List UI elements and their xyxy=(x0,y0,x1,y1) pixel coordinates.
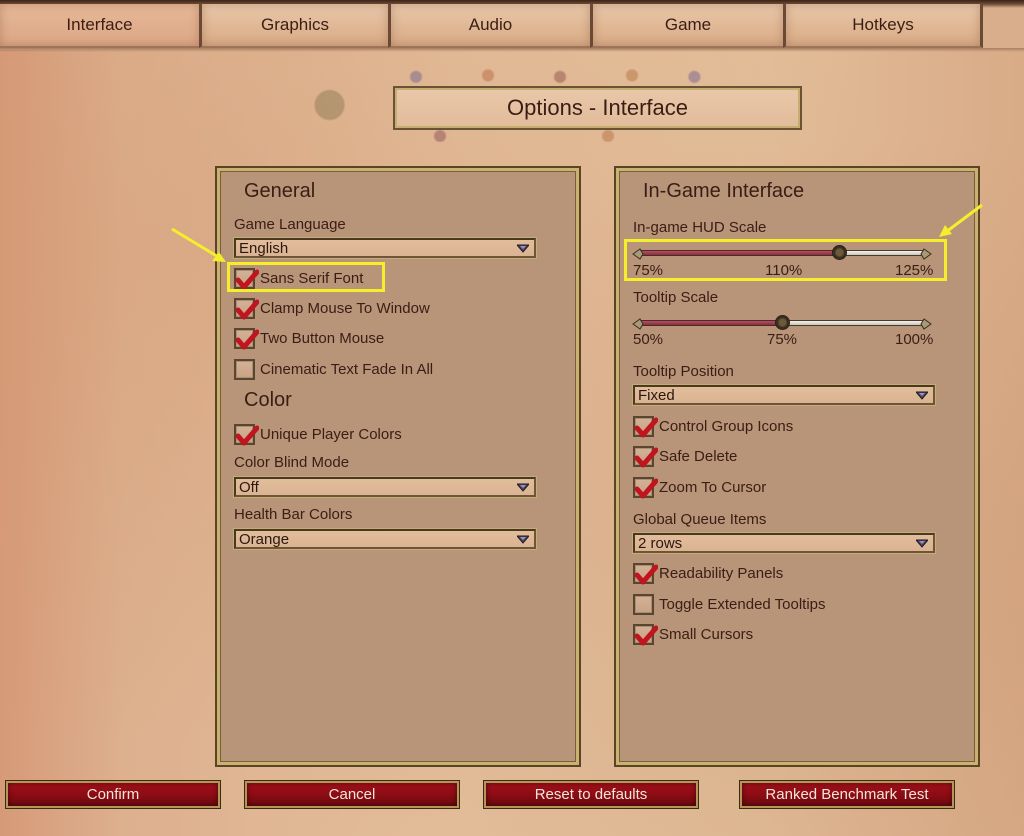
tooltip-position-label: Tooltip Position xyxy=(633,363,734,380)
global-queue-items-dropdown[interactable]: 2 rows xyxy=(633,533,935,553)
in-game-interface-heading: In-Game Interface xyxy=(643,180,805,202)
tooltip-scale-label: Tooltip Scale xyxy=(633,289,719,306)
tooltip-position-dropdown[interactable]: Fixed xyxy=(633,385,935,405)
checkbox-checked[interactable] xyxy=(234,297,259,319)
chevron-down-icon xyxy=(517,534,529,544)
checkbox-checked[interactable] xyxy=(234,327,259,349)
confirm-button[interactable]: Confirm xyxy=(5,780,221,809)
checkbox-checked[interactable] xyxy=(234,267,259,289)
checkbox-unchecked[interactable] xyxy=(633,593,654,615)
small-cursors-label: Small Cursors xyxy=(659,625,754,643)
color-blind-mode-label: Color Blind Mode xyxy=(234,454,350,471)
slider-left-cap-icon xyxy=(632,247,644,260)
checkbox-checked[interactable] xyxy=(633,562,658,584)
control-group-icons-checkbox[interactable]: Control Group Icons xyxy=(633,415,793,437)
global-queue-items-value: 2 rows xyxy=(638,534,683,552)
tooltip-scale-current: 75% xyxy=(767,331,798,348)
cinematic-text-fade-label: Cinematic Text Fade In All xyxy=(260,360,434,378)
clamp-mouse-checkbox[interactable]: Clamp Mouse To Window xyxy=(234,297,430,319)
checkbox-unchecked[interactable] xyxy=(234,358,255,380)
game-language-dropdown[interactable]: English xyxy=(234,238,536,258)
cancel-button[interactable]: Cancel xyxy=(244,780,460,809)
health-bar-colors-label: Health Bar Colors xyxy=(234,506,353,523)
game-language-label: Game Language xyxy=(234,216,346,233)
checkbox-checked[interactable] xyxy=(633,445,658,467)
color-blind-mode-dropdown[interactable]: Off xyxy=(234,477,536,497)
chevron-down-icon xyxy=(916,390,928,400)
hud-scale-slider[interactable] xyxy=(632,245,932,260)
two-button-mouse-checkbox[interactable]: Two Button Mouse xyxy=(234,327,384,349)
tab-divider xyxy=(0,48,1024,52)
unique-player-colors-label: Unique Player Colors xyxy=(260,425,402,443)
checkbox-checked[interactable] xyxy=(234,423,259,445)
tab-interface[interactable]: Interface xyxy=(0,4,202,48)
control-group-icons-label: Control Group Icons xyxy=(659,417,794,435)
slider-right-cap-icon xyxy=(920,247,932,260)
hud-scale-min: 75% xyxy=(633,262,664,279)
tooltip-scale-max: 100% xyxy=(895,331,934,348)
general-heading: General xyxy=(244,180,316,202)
sans-serif-font-checkbox[interactable]: Sans Serif Font xyxy=(234,267,363,289)
chevron-down-icon xyxy=(517,482,529,492)
small-cursors-checkbox[interactable]: Small Cursors xyxy=(633,623,753,645)
slider-right-cap-icon xyxy=(920,317,932,330)
in-game-interface-panel: In-Game Interface In-game HUD Scale 75% … xyxy=(614,166,980,767)
game-language-value: English xyxy=(239,239,289,257)
ranked-benchmark-button[interactable]: Ranked Benchmark Test xyxy=(739,780,955,809)
hud-scale-label: In-game HUD Scale xyxy=(633,219,767,236)
slider-thumb[interactable] xyxy=(775,315,790,330)
reset-defaults-button[interactable]: Reset to defaults xyxy=(483,780,699,809)
color-blind-mode-value: Off xyxy=(239,478,259,496)
tab-audio[interactable]: Audio xyxy=(388,4,593,48)
health-bar-colors-dropdown[interactable]: Orange xyxy=(234,529,536,549)
tab-graphics[interactable]: Graphics xyxy=(199,4,391,48)
readability-panels-checkbox[interactable]: Readability Panels xyxy=(633,562,783,584)
tooltip-scale-slider[interactable] xyxy=(632,315,932,330)
hud-scale-max: 125% xyxy=(895,262,934,279)
safe-delete-label: Safe Delete xyxy=(659,447,738,465)
hud-scale-current: 110% xyxy=(765,262,803,279)
tab-bar: Interface Graphics Audio Game Hotkeys xyxy=(0,0,1024,52)
slider-fill xyxy=(640,320,782,326)
toggle-extended-tooltips-label: Toggle Extended Tooltips xyxy=(659,595,826,613)
checkbox-checked[interactable] xyxy=(633,415,658,437)
two-button-mouse-label: Two Button Mouse xyxy=(260,329,385,347)
sans-serif-font-label: Sans Serif Font xyxy=(260,269,364,287)
slider-fill xyxy=(640,250,839,256)
chevron-down-icon xyxy=(916,538,928,548)
tooltip-scale-min: 50% xyxy=(633,331,664,348)
clamp-mouse-label: Clamp Mouse To Window xyxy=(260,299,430,317)
readability-panels-label: Readability Panels xyxy=(659,564,784,582)
general-panel: General Game Language English Sans Serif… xyxy=(215,166,581,767)
checkbox-checked[interactable] xyxy=(633,623,658,645)
chevron-down-icon xyxy=(517,243,529,253)
color-heading: Color xyxy=(244,389,292,411)
tab-hotkeys[interactable]: Hotkeys xyxy=(783,4,983,48)
page-title: Options - Interface xyxy=(393,86,802,130)
safe-delete-checkbox[interactable]: Safe Delete xyxy=(633,445,737,467)
toggle-extended-tooltips-checkbox[interactable]: Toggle Extended Tooltips xyxy=(633,593,826,615)
zoom-to-cursor-checkbox[interactable]: Zoom To Cursor xyxy=(633,476,766,498)
slider-thumb[interactable] xyxy=(831,245,847,260)
checkbox-checked[interactable] xyxy=(633,476,658,498)
zoom-to-cursor-label: Zoom To Cursor xyxy=(659,478,767,496)
slider-left-cap-icon xyxy=(632,317,644,330)
tooltip-position-value: Fixed xyxy=(638,386,675,404)
tab-game[interactable]: Game xyxy=(590,4,786,48)
unique-player-colors-checkbox[interactable]: Unique Player Colors xyxy=(234,423,402,445)
global-queue-items-label: Global Queue Items xyxy=(633,511,767,528)
cinematic-text-fade-checkbox[interactable]: Cinematic Text Fade In All xyxy=(234,358,433,380)
health-bar-colors-value: Orange xyxy=(239,530,290,548)
